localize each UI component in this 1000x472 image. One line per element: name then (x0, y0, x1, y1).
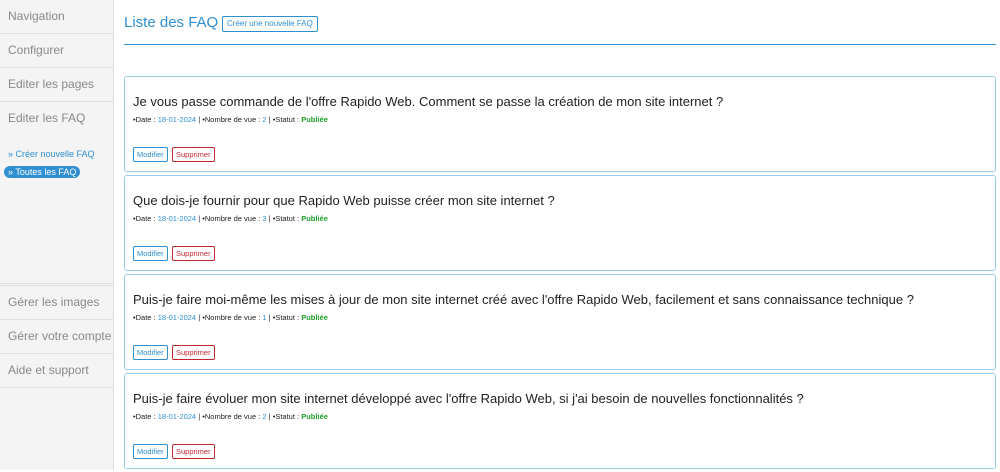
sidebar-item-configurer[interactable]: Configurer (0, 34, 113, 68)
sidebar-item-editer-faq[interactable]: Editer les FAQ (0, 102, 113, 136)
faq-date-label: •Date : (133, 412, 156, 421)
create-faq-button[interactable]: Créer une nouvelle FAQ (222, 16, 318, 32)
sidebar-item-navigation[interactable]: Navigation (0, 0, 113, 34)
faq-card: Puis-je faire évoluer mon site internet … (124, 373, 996, 469)
faq-list: Je vous passe commande de l'offre Rapido… (124, 76, 996, 472)
sidebar-subnav: » Créer nouvelle FAQ » Toutes les FAQ (0, 136, 113, 284)
faq-date: 18-01-2024 (157, 115, 197, 124)
faq-views-label: | •Nombre de vue : (198, 313, 261, 322)
edit-button[interactable]: Modifier (133, 345, 168, 360)
page-title: Liste des FAQ (124, 14, 219, 31)
delete-button[interactable]: Supprimer (172, 444, 215, 459)
sidebar-item-gerer-compte[interactable]: Gérer votre compte (0, 320, 113, 354)
faq-views-label: | •Nombre de vue : (198, 115, 261, 124)
faq-card: Je vous passe commande de l'offre Rapido… (124, 76, 996, 172)
faq-question: Puis-je faire évoluer mon site internet … (133, 391, 804, 406)
faq-status-label: | •Statut : (268, 214, 300, 223)
faq-status: Publiée (301, 313, 328, 322)
faq-date: 18-01-2024 (157, 214, 197, 223)
edit-button[interactable]: Modifier (133, 246, 168, 261)
faq-status: Publiée (301, 412, 328, 421)
faq-date-label: •Date : (133, 214, 156, 223)
sidebar-item-aide-support[interactable]: Aide et support (0, 354, 113, 388)
sidebar-item-gerer-images[interactable]: Gérer les images (0, 286, 113, 320)
faq-views: 2 (262, 412, 267, 421)
faq-date-label: •Date : (133, 313, 156, 322)
faq-date: 18-01-2024 (157, 412, 197, 421)
faq-question: Puis-je faire moi-même les mises à jour … (133, 292, 914, 307)
sidebar-item-editer-pages[interactable]: Editer les pages (0, 68, 113, 102)
faq-meta: •Date : 18-01-2024 | •Nombre de vue : 1 … (133, 313, 328, 322)
faq-status: Publiée (301, 214, 328, 223)
faq-date-label: •Date : (133, 115, 156, 124)
page-header: Liste des FAQ Créer une nouvelle FAQ (124, 0, 996, 45)
delete-button[interactable]: Supprimer (172, 246, 215, 261)
faq-views: 3 (262, 214, 267, 223)
edit-button[interactable]: Modifier (133, 444, 168, 459)
faq-status-label: | •Statut : (268, 313, 300, 322)
faq-status-label: | •Statut : (268, 412, 300, 421)
faq-card: Puis-je faire moi-même les mises à jour … (124, 274, 996, 370)
faq-meta: •Date : 18-01-2024 | •Nombre de vue : 2 … (133, 115, 328, 124)
faq-card: Que dois-je fournir pour que Rapido Web … (124, 175, 996, 271)
faq-question: Que dois-je fournir pour que Rapido Web … (133, 193, 555, 208)
delete-button[interactable]: Supprimer (172, 147, 215, 162)
faq-status: Publiée (301, 115, 328, 124)
faq-status-label: | •Statut : (268, 115, 300, 124)
faq-views-label: | •Nombre de vue : (198, 214, 261, 223)
sidebar-subitem-toutes-faq[interactable]: » Toutes les FAQ (4, 166, 81, 178)
main-content: Liste des FAQ Créer une nouvelle FAQ Je … (124, 0, 996, 469)
faq-meta: •Date : 18-01-2024 | •Nombre de vue : 2 … (133, 412, 328, 421)
edit-button[interactable]: Modifier (133, 147, 168, 162)
faq-date: 18-01-2024 (157, 313, 197, 322)
sidebar: Navigation Configurer Editer les pages E… (0, 0, 114, 470)
faq-views-label: | •Nombre de vue : (198, 412, 261, 421)
faq-question: Je vous passe commande de l'offre Rapido… (133, 94, 724, 109)
faq-views: 2 (262, 115, 267, 124)
faq-views: 1 (262, 313, 267, 322)
faq-meta: •Date : 18-01-2024 | •Nombre de vue : 3 … (133, 214, 328, 223)
sidebar-subitem-creer-faq[interactable]: » Créer nouvelle FAQ (4, 148, 99, 160)
delete-button[interactable]: Supprimer (172, 345, 215, 360)
sidebar-bottom-nav: Gérer les images Gérer votre compte Aide… (0, 285, 113, 388)
